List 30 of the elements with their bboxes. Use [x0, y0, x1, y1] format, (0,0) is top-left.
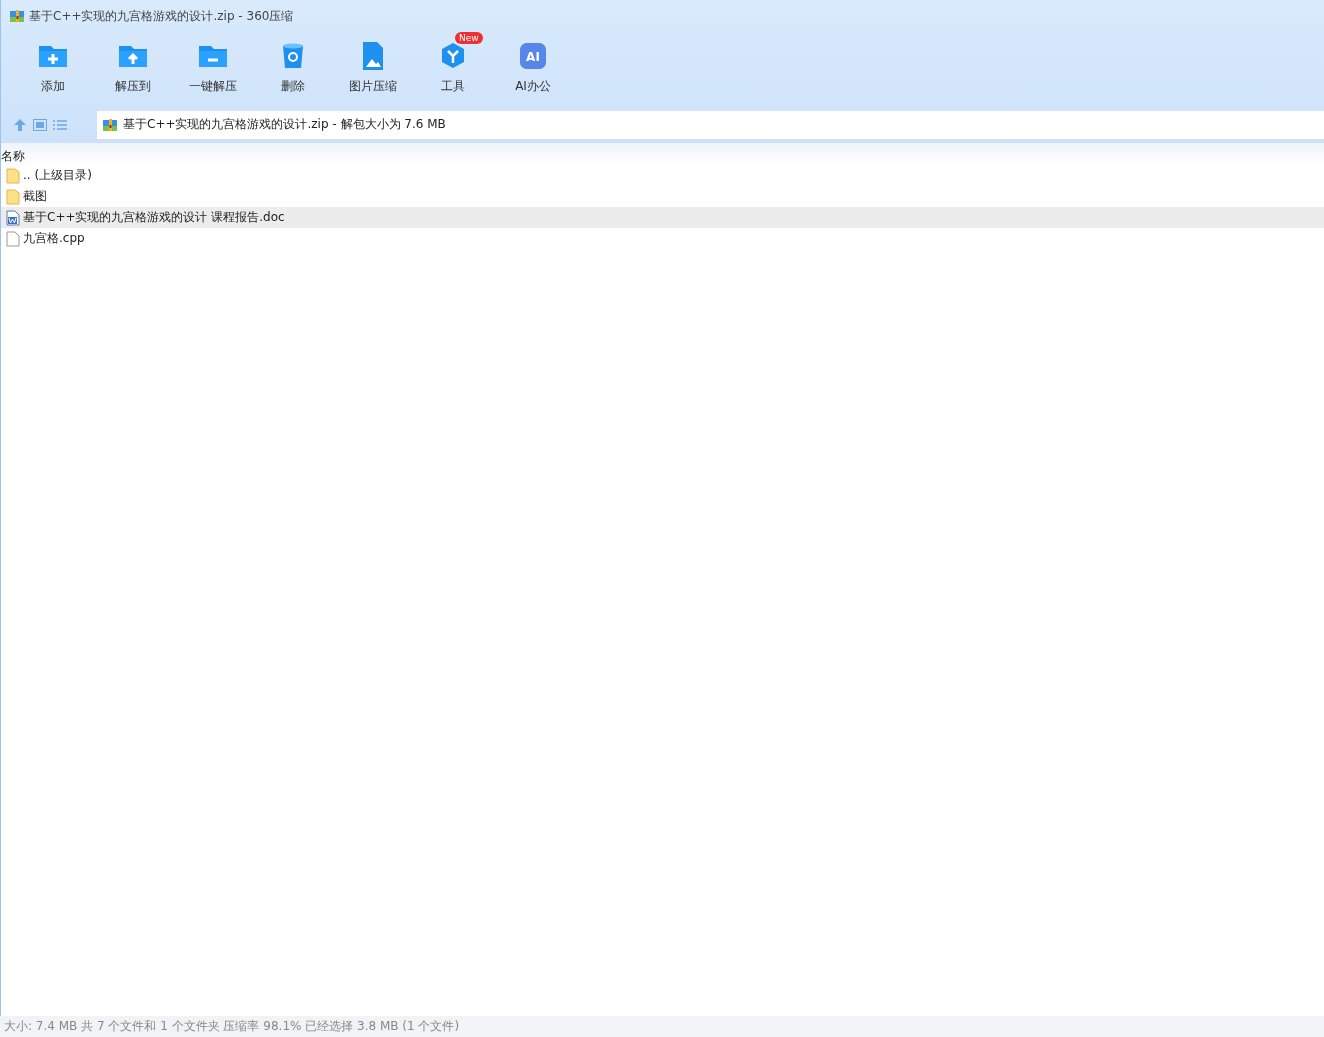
file-row[interactable]: 截图	[1, 186, 1324, 207]
file-row[interactable]: 基于C++实现的九宫格游戏的设计 课程报告.doc	[1, 207, 1324, 228]
toolbar-button[interactable]: 一键解压	[173, 32, 253, 106]
file-row[interactable]: .. (上级目录)	[1, 165, 1324, 186]
archive-icon	[102, 116, 118, 133]
file-name: .. (上级目录)	[23, 167, 92, 184]
thumbnail-view-icon[interactable]	[33, 118, 47, 131]
file-name: 基于C++实现的九宫格游戏的设计 课程报告.doc	[23, 209, 285, 226]
toolbar-button[interactable]: 解压到	[93, 32, 173, 106]
folder-icon	[6, 167, 20, 184]
list-view-icon[interactable]	[53, 118, 67, 131]
archive-icon	[9, 8, 25, 24]
address-field[interactable]: 基于C++实现的九宫格游戏的设计.zip - 解包大小为 7.6 MB	[97, 110, 1324, 139]
file-name: 九宫格.cpp	[23, 230, 85, 247]
column-header[interactable]: 名称	[1, 148, 25, 165]
up-arrow-icon[interactable]	[13, 117, 27, 132]
toolbar-button[interactable]: AI AI办公	[493, 32, 573, 106]
file-icon	[6, 230, 20, 247]
toolbar-button[interactable]: 图片压缩	[333, 32, 413, 106]
file-row[interactable]: 九宫格.cpp	[1, 228, 1324, 249]
ai-icon: AI	[517, 40, 549, 72]
toolbar-button[interactable]: 添加	[13, 32, 93, 106]
toolbar-button[interactable]: New 工具	[413, 32, 493, 106]
folder-icon	[6, 188, 20, 205]
status-bar: 大小: 7.4 MB 共 7 个文件和 1 个文件夹 压缩率 98.1% 已经选择 3.8 MB (1 个文件)	[0, 1016, 1324, 1037]
window-title: 基于C++实现的九宫格游戏的设计.zip - 360压缩	[29, 7, 294, 25]
toolbar-button[interactable]: 删除	[253, 32, 333, 106]
new-badge: New	[455, 32, 483, 44]
word-document-icon	[6, 209, 20, 226]
file-name: 截图	[23, 188, 47, 205]
